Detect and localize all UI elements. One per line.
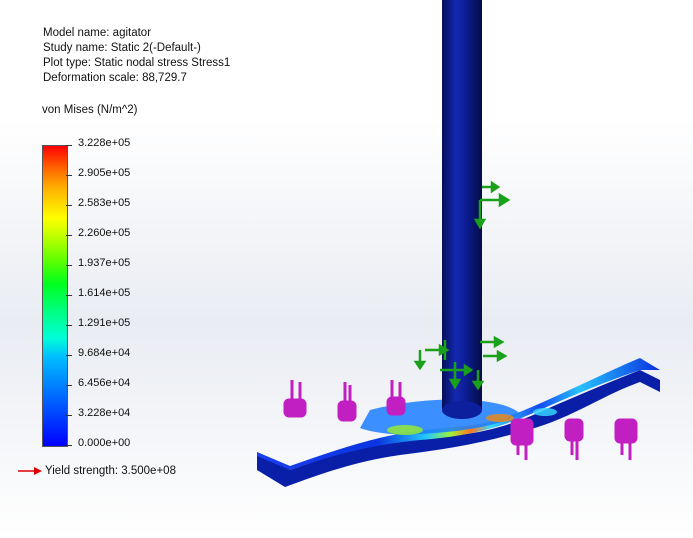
deformation-scale: Deformation scale: 88,729.7 [43,72,187,84]
legend-tick [66,295,72,296]
legend-tick-label: 2.905e+05 [78,167,131,179]
legend-tick [66,145,72,146]
shaft [442,0,482,410]
legend-tick-label: 6.456e+04 [78,377,131,389]
study-info: Model name: agitator Study name: Static … [43,26,230,86]
legend-tick [66,265,72,266]
legend-tick-label: 0.000e+00 [78,437,131,449]
legend-tick [66,325,72,326]
legend-tick-label: 2.260e+05 [78,227,131,239]
legend-tick-label: 9.684e+04 [78,347,131,359]
legend-units: von Mises (N/m^2) [42,104,138,116]
stress-hotspot [486,414,514,422]
model-name: Model name: agitator [43,27,152,39]
legend-tick [66,385,72,386]
legend-tick-label: 1.291e+05 [78,317,131,329]
color-scale-bar[interactable] [42,145,68,447]
study-name: Study name: Static 2(-Default-) [43,42,201,54]
legend-tick [66,355,72,356]
legend-tick-label: 1.614e+05 [78,287,131,299]
yield-strength-label: Yield strength: 3.500e+08 [45,465,176,477]
legend-tick-label: 1.937e+05 [78,257,131,269]
shaft-base [442,401,482,419]
legend-tick-label: 3.228e+04 [78,407,131,419]
stress-hotspot [533,408,557,416]
legend-tick [66,415,72,416]
legend-tick [66,205,72,206]
yield-arrow-icon [18,466,42,475]
stress-hotspot [387,425,423,435]
legend-tick-label: 2.583e+05 [78,197,131,209]
plot-type: Plot type: Static nodal stress Stress1 [43,57,231,69]
legend-tick [66,235,72,236]
yield-strength-row: Yield strength: 3.500e+08 [18,465,176,477]
legend-tick-label: 3.228e+05 [78,137,131,149]
legend-tick [66,445,72,446]
legend-tick [66,175,72,176]
